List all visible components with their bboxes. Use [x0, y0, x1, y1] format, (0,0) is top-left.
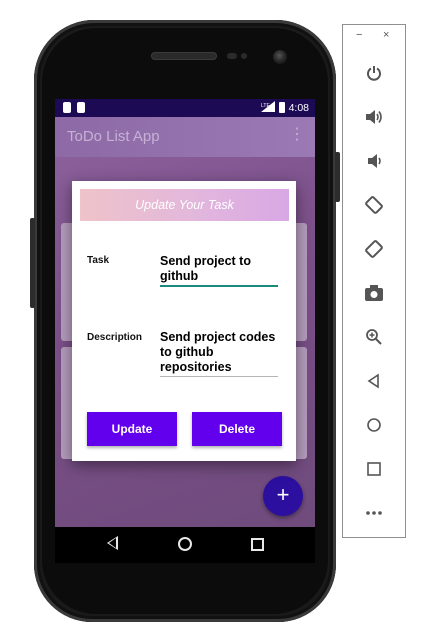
back-icon[interactable] — [363, 370, 385, 392]
update-task-dialog: Update Your Task Task Send project to gi… — [72, 181, 296, 461]
task-label: Task — [87, 255, 110, 266]
status-bar: LTE 4:08 — [55, 99, 315, 117]
close-button[interactable]: × — [383, 29, 389, 41]
nav-home-icon[interactable] — [178, 537, 192, 551]
nav-back-icon[interactable] — [107, 536, 118, 550]
plus-icon: + — [276, 482, 290, 507]
zoom-icon[interactable] — [363, 326, 385, 348]
overview-icon[interactable] — [363, 458, 385, 480]
description-input[interactable]: Send project codes to github repositorie… — [160, 330, 278, 377]
phone-side-button-right — [335, 152, 340, 202]
description-label: Description — [87, 332, 143, 343]
rotate-right-icon[interactable] — [363, 238, 385, 260]
phone-speaker — [151, 52, 217, 60]
emulator-toolbar: − × — [342, 24, 406, 538]
app-title: ToDo List App — [67, 128, 160, 145]
delete-button[interactable]: Delete — [192, 412, 282, 446]
overflow-menu-icon[interactable]: ⋮ — [289, 127, 305, 143]
camera-icon[interactable] — [363, 282, 385, 304]
battery-icon — [278, 102, 285, 113]
add-task-fab[interactable]: + — [263, 476, 303, 516]
volume-down-icon[interactable] — [363, 150, 385, 172]
phone-side-button-left — [30, 218, 35, 308]
minimize-button[interactable]: − — [356, 29, 362, 41]
more-icon[interactable] — [363, 502, 385, 524]
update-button[interactable]: Update — [87, 412, 177, 446]
sd-card-icon — [63, 102, 71, 113]
system-nav-bar — [55, 527, 315, 563]
phone-sensor — [227, 53, 237, 59]
status-time: 4:08 — [288, 101, 309, 114]
app-bar: ToDo List App ⋮ — [55, 117, 315, 157]
front-camera — [273, 50, 287, 64]
home-icon[interactable] — [363, 414, 385, 436]
signal-icon: LTE — [260, 101, 275, 114]
phone-sensor-small — [241, 53, 247, 59]
android-notification-icon — [77, 102, 85, 113]
rotate-left-icon[interactable] — [363, 194, 385, 216]
svg-text:LTE: LTE — [261, 103, 270, 109]
volume-up-icon[interactable] — [363, 106, 385, 128]
dialog-title: Update Your Task — [80, 189, 289, 221]
task-input[interactable]: Send project to github — [160, 254, 278, 287]
power-icon[interactable] — [363, 62, 385, 84]
nav-recents-icon[interactable] — [251, 538, 264, 551]
